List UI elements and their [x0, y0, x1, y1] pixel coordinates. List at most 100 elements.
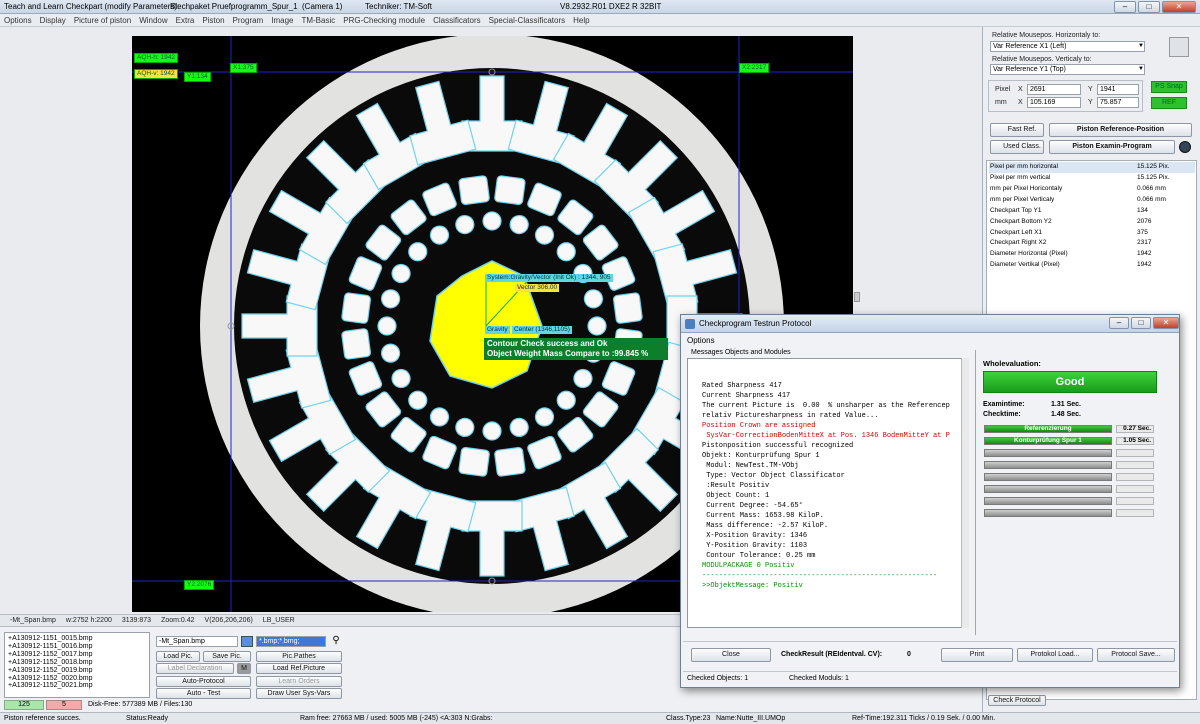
- load-pic-button[interactable]: Load Pic.: [156, 651, 200, 662]
- list-item[interactable]: +A130912-1152_0018.bmp: [8, 659, 146, 667]
- auto-protocol-button[interactable]: Auto-Protocol: [156, 676, 251, 687]
- list-item[interactable]: +A130912-1152_0019.bmp: [8, 667, 146, 675]
- timing-bar-empty: [984, 497, 1112, 505]
- rel-horizontal-select[interactable]: Var Reference X1 (Left): [990, 41, 1145, 52]
- checkresult-value: 0: [907, 651, 911, 658]
- list-item[interactable]: +A130912-1152_0017.bmp: [8, 651, 146, 659]
- count-badge-1: 125: [4, 700, 44, 710]
- print-button[interactable]: Print: [941, 648, 1013, 662]
- mm-x-field[interactable]: 105.169: [1027, 97, 1081, 108]
- table-row[interactable]: Diameter Vertikal (Pixel) 1942: [989, 260, 1195, 271]
- list-item[interactable]: +A130912-1151_0016.bmp: [8, 643, 146, 651]
- filter-field[interactable]: *.bmp;*.bmg;: [256, 636, 326, 647]
- table-row[interactable]: Checkpart Bottom Y2 2076: [989, 217, 1195, 228]
- table-row[interactable]: mm per Pixel Verticaly 0.066 mm: [989, 195, 1195, 206]
- piston-examin-button[interactable]: Piston Examin-Program: [1049, 140, 1175, 154]
- grid-settings-icon[interactable]: [1169, 37, 1189, 57]
- learn-orders-button[interactable]: Learn Orders: [256, 676, 342, 687]
- mm-y-field[interactable]: 75.857: [1097, 97, 1139, 108]
- m-button[interactable]: M: [237, 663, 251, 674]
- menu-help[interactable]: Help: [573, 14, 589, 26]
- fast-ref-button[interactable]: Fast Ref.: [990, 123, 1044, 137]
- pixel-y-field[interactable]: 1941: [1097, 84, 1139, 95]
- img-size: w:2752 h:2200: [65, 617, 112, 624]
- close-icon[interactable]: ✕: [1153, 317, 1179, 329]
- minimize-icon[interactable]: –: [1114, 1, 1136, 13]
- stator-hole: [494, 175, 526, 206]
- maximize-icon[interactable]: □: [1138, 1, 1160, 13]
- ref-button[interactable]: REF: [1151, 97, 1187, 109]
- auto-test-button[interactable]: Auto - Test: [156, 688, 251, 699]
- timing-value-empty: [1116, 449, 1154, 457]
- chevron-down-icon[interactable]: ▼: [1138, 66, 1144, 72]
- close-button[interactable]: Close: [691, 648, 771, 662]
- browse-icon[interactable]: [241, 636, 253, 647]
- save-pic-button[interactable]: Save Pic.: [203, 651, 251, 662]
- info-icon[interactable]: [1179, 141, 1191, 153]
- filter-icon[interactable]: ⚲: [330, 635, 342, 647]
- table-row[interactable]: Diameter Horizontal (Pixel) 1942: [989, 249, 1195, 260]
- menu-extra[interactable]: Extra: [176, 14, 195, 26]
- maximize-icon[interactable]: □: [1131, 317, 1151, 329]
- menu-display[interactable]: Display: [40, 14, 66, 26]
- pixel-x-label: X: [1018, 86, 1023, 93]
- protocol-text[interactable]: Rated Sharpness 417 Current Sharpness 417…: [687, 358, 969, 628]
- file-title: Blechpaket Pruefprogramm_Spur_1: [170, 2, 298, 11]
- label-vector: Vector 306.00: [515, 284, 560, 292]
- window-titlebar: Teach and Learn Checkpart (modify Parame…: [0, 0, 1200, 14]
- status-ref-time: Ref-Time:192.311 Ticks / 0.19 Sek. / 0.0…: [852, 715, 996, 722]
- table-row[interactable]: Pixel per mm vertical 15.125 Pix.: [989, 173, 1195, 184]
- ps-snap-button[interactable]: PS Snap: [1151, 81, 1187, 93]
- menu-prg-checking[interactable]: PRG-Checking module: [343, 14, 425, 26]
- label-declaration-button[interactable]: Label Declaration: [156, 663, 234, 674]
- stator-hole: [458, 175, 490, 206]
- rel-vertical-select[interactable]: Var Reference Y1 (Top): [990, 64, 1145, 75]
- menu-classificators[interactable]: Classificators: [433, 14, 481, 26]
- menu-program[interactable]: Program: [233, 14, 264, 26]
- list-item[interactable]: +A130912-1152_0020.bmp: [8, 675, 146, 683]
- stator-round-hole: [377, 316, 397, 336]
- menu-options[interactable]: Options: [4, 14, 32, 26]
- file-list[interactable]: +A130912-1151_0015.bmp +A130912-1151_001…: [4, 632, 150, 698]
- status-memory: Ram free: 27663 MB / used: 5005 MB (-245…: [300, 715, 493, 722]
- dialog-options-menu[interactable]: Options: [687, 336, 715, 345]
- minimize-icon[interactable]: –: [1109, 317, 1129, 329]
- used-class-button[interactable]: Used Class.: [990, 140, 1044, 154]
- pixel-y-label: Y: [1088, 86, 1093, 93]
- protocol-save-button[interactable]: Protocol Save...: [1097, 648, 1175, 662]
- menu-picture-of-piston[interactable]: Picture of piston: [74, 14, 131, 26]
- timing-bar-referenzierung: Referenzierung: [984, 425, 1112, 433]
- table-row[interactable]: mm per Pixel Horicontaly 0.066 mm: [989, 184, 1195, 195]
- chevron-down-icon[interactable]: ▼: [1138, 43, 1144, 49]
- scroll-marker-icon[interactable]: [854, 292, 860, 302]
- table-row[interactable]: Pixel per mm horizontal 15.125 Pix.: [989, 162, 1195, 173]
- load-ref-picture-button[interactable]: Load Ref.Picture: [256, 663, 342, 674]
- check-protocol-button[interactable]: Check Protocol: [988, 695, 1046, 706]
- app-title: Teach and Learn Checkpart (modify Parame…: [4, 2, 180, 11]
- checked-objects: Checked Objects: 1: [687, 675, 749, 682]
- piston-reference-button[interactable]: Piston Reference-Position: [1049, 123, 1192, 137]
- status-message: Piston reference succes.: [4, 715, 81, 722]
- menu-window[interactable]: Window: [139, 14, 167, 26]
- examintime-value: 1.31 Sec.: [1051, 401, 1081, 408]
- list-item[interactable]: +A130912-1151_0015.bmp: [8, 635, 146, 643]
- messages-header: Messages Objects and Modules: [691, 349, 791, 356]
- label-aqh-v: AQH-v: 1942: [134, 69, 178, 79]
- menu-piston[interactable]: Piston: [202, 14, 224, 26]
- pic-pathes-button[interactable]: Pic.Pathes: [256, 651, 342, 662]
- protokol-load-button[interactable]: Protokol Load...: [1017, 648, 1093, 662]
- table-row[interactable]: Checkpart Right X2 2317: [989, 238, 1195, 249]
- menu-tm-basic[interactable]: TM-Basic: [301, 14, 335, 26]
- table-row[interactable]: Checkpart Top Y1 134: [989, 206, 1195, 217]
- filename-field[interactable]: -Mt_Span.bmp: [156, 636, 238, 647]
- dialog-window-controls: – □ ✕: [1109, 317, 1179, 329]
- draw-user-sysvars-button[interactable]: Draw User Sys-Vars: [256, 688, 342, 699]
- timing-value-empty: [1116, 497, 1154, 505]
- pixel-x-field[interactable]: 2691: [1027, 84, 1081, 95]
- protocol-scrollbar[interactable]: [961, 358, 969, 628]
- menu-special-classificators[interactable]: Special-Classificators: [489, 14, 565, 26]
- close-icon[interactable]: ✕: [1162, 1, 1196, 13]
- menu-image[interactable]: Image: [271, 14, 293, 26]
- camera-title: (Camera 1): [302, 2, 343, 11]
- list-item[interactable]: +A130912-1152_0021.bmp: [8, 682, 146, 690]
